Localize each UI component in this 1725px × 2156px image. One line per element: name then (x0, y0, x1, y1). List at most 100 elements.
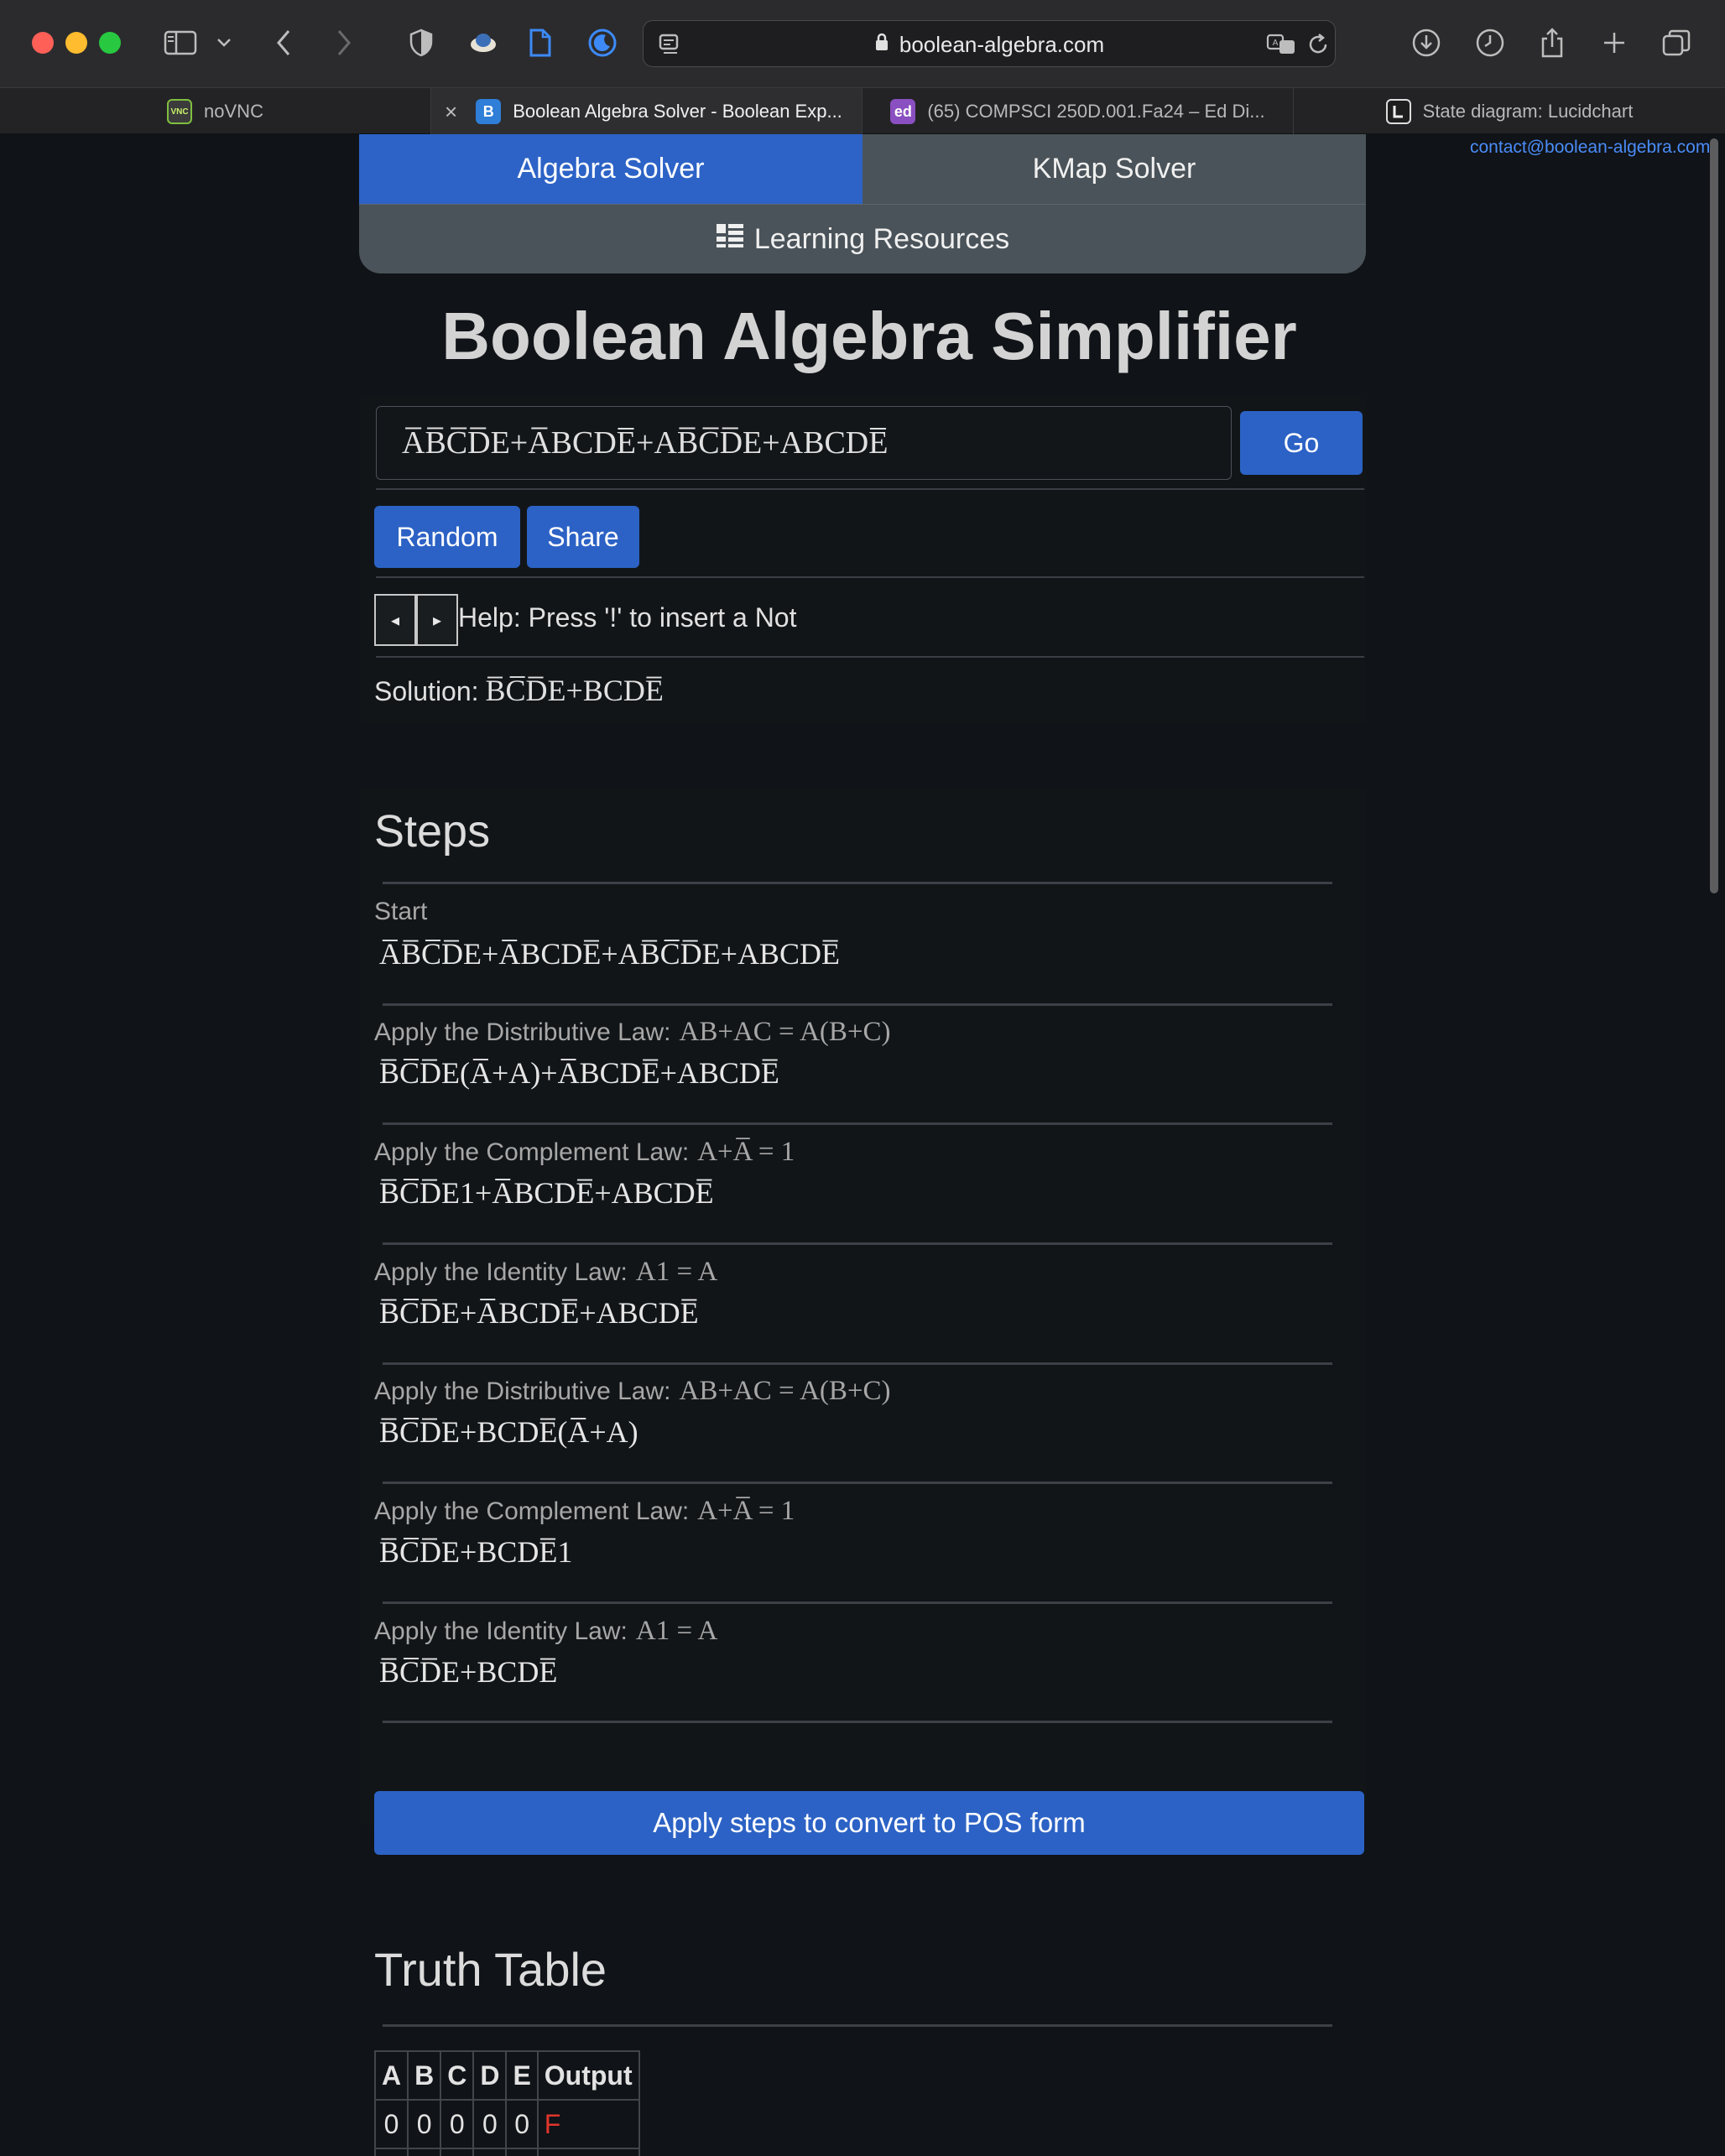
table-row: 0 0 0 0 0 F (373, 2099, 640, 2149)
share-button[interactable]: Share (527, 506, 639, 568)
convert-to-pos-button[interactable]: Apply steps to convert to POS form (374, 1791, 1364, 1855)
forward-arrow-icon[interactable] (327, 22, 361, 64)
step-expression: B̅C̅D̅E+BCDE̅1 (379, 1535, 573, 1569)
address-bar[interactable]: boolean-algebra.com A (643, 20, 1336, 67)
main-nav: Algebra Solver KMap Solver Learning Reso… (359, 134, 1366, 273)
tab-overview-icon[interactable] (1656, 22, 1696, 64)
tab-lucidchart[interactable]: State diagram: Lucidchart (1294, 88, 1725, 135)
table-cell: 0 (505, 2099, 539, 2149)
ed-favicon-icon: ed (890, 99, 916, 124)
random-button[interactable]: Random (374, 506, 520, 568)
browser-toolbar: boolean-algebra.com A (0, 0, 1725, 87)
contact-email-link[interactable]: contact@boolean-algebra.com (1470, 138, 1710, 158)
go-button[interactable]: Go (1240, 411, 1363, 475)
step-divider (383, 1122, 1332, 1125)
step-divider (383, 1003, 1332, 1006)
output-cell (536, 2148, 640, 2156)
steps-heading: Steps (374, 806, 491, 857)
tab-label: Boolean Algebra Solver - Boolean Exp... (513, 101, 842, 122)
cursor-right-button[interactable]: ▸ (416, 594, 458, 646)
table-cell (440, 2148, 475, 2156)
new-tab-plus-icon[interactable] (1594, 22, 1634, 64)
column-header: D (472, 2050, 508, 2101)
nav-algebra-solver[interactable]: Algebra Solver (359, 134, 862, 204)
column-header: B (407, 2050, 442, 2101)
document-icon[interactable] (522, 22, 559, 64)
step-law: A1 = A (635, 1616, 718, 1646)
step-expression: B̅C̅D̅E(A̅+A)+A̅BCDE̅+ABCDE̅ (379, 1056, 779, 1090)
table-cell (407, 2148, 442, 2156)
chevron-down-icon[interactable] (211, 22, 237, 64)
table-cell: 0 (407, 2099, 442, 2149)
step-law: A+A̅ = 1 (697, 1496, 795, 1526)
learning-resources-label: Learning Resources (753, 222, 1010, 255)
step-label: Apply the Identity Law: (374, 1258, 628, 1286)
sidebar-icon[interactable] (159, 22, 201, 64)
minimize-window-button[interactable] (65, 32, 87, 54)
nav-learning-resources[interactable]: Learning Resources (359, 204, 1366, 273)
table-row (373, 2148, 640, 2156)
table-cell: 0 (373, 2099, 409, 2149)
step-expression: B̅C̅D̅E+BCDE̅ (379, 1655, 558, 1689)
history-icon[interactable] (1470, 22, 1510, 64)
solution-value: B̅C̅D̅E+BCDE̅ (485, 674, 664, 707)
download-icon[interactable] (1406, 22, 1446, 64)
cursor-left-button[interactable]: ◂ (374, 594, 416, 646)
back-arrow-icon[interactable] (267, 22, 300, 64)
translate-icon[interactable]: A (1264, 21, 1298, 68)
share-icon[interactable] (1532, 22, 1572, 64)
step-expression: A̅B̅C̅D̅E+A̅BCDE̅+AB̅C̅D̅E+ABCDE̅ (379, 937, 840, 971)
close-tab-icon[interactable]: × (445, 99, 457, 125)
truth-table-heading: Truth Table (374, 1943, 607, 1996)
truth-table-header-row: A B C D E Output (373, 2050, 640, 2101)
expression-input[interactable]: A̅B̅C̅D̅E+A̅BCDE̅+AB̅C̅D̅E+ABCDE̅ (376, 406, 1232, 480)
step-item: Apply the Complement Law: A+A̅ = 1 B̅C̅D̅… (374, 1137, 1339, 1211)
tab-novnc[interactable]: VNC noVNC (0, 88, 431, 135)
step-law: AB+AC = A(B+C) (679, 1017, 891, 1047)
solution-line: Solution: B̅C̅D̅E+BCDE̅ (374, 673, 664, 708)
url-text: boolean-algebra.com (899, 31, 1105, 57)
tab-label: State diagram: Lucidchart (1422, 101, 1634, 122)
step-law: AB+AC = A(B+C) (679, 1376, 891, 1406)
step-divider (383, 1482, 1332, 1484)
table-cell: 0 (440, 2099, 475, 2149)
lock-icon (874, 32, 889, 58)
shield-icon[interactable] (403, 22, 440, 64)
step-label: Start (374, 898, 428, 925)
help-text: Help: Press '!' to insert a Not (458, 602, 797, 633)
tab-ed-discussion[interactable]: ed (65) COMPSCI 250D.001.Fa24 – Ed Di... (862, 88, 1294, 135)
step-divider (383, 1242, 1332, 1245)
step-divider (383, 1721, 1332, 1723)
step-label: Apply the Complement Law: (374, 1497, 690, 1525)
tab-boolean-algebra[interactable]: × B Boolean Algebra Solver - Boolean Exp… (431, 88, 862, 135)
dark-mode-icon[interactable] (584, 22, 621, 64)
table-cell: 0 (472, 2099, 508, 2149)
step-label: Apply the Distributive Law: (374, 1018, 671, 1046)
divider (376, 576, 1364, 578)
divider (376, 656, 1364, 658)
table-cell (472, 2148, 508, 2156)
truth-table: A B C D E Output 0 0 0 0 0 F (373, 2050, 640, 2156)
step-item: Apply the Distributive Law: AB+AC = A(B+C… (374, 1017, 1339, 1091)
zoom-window-button[interactable] (99, 32, 121, 54)
step-item: Apply the Complement Law: A+A̅ = 1 B̅C̅D̅… (374, 1496, 1339, 1570)
extension-icon[interactable] (465, 22, 502, 64)
divider (376, 488, 1364, 490)
step-law: A1 = A (635, 1257, 718, 1287)
step-law: A+A̅ = 1 (697, 1137, 795, 1167)
list-icon (716, 223, 744, 256)
page-scrollbar[interactable] (1708, 138, 1720, 2156)
step-item: Apply the Identity Law: A1 = A B̅C̅D̅E+BC… (374, 1616, 1339, 1690)
tab-label: noVNC (204, 101, 263, 122)
step-item: Apply the Distributive Law: AB+AC = A(B+C… (374, 1376, 1339, 1450)
close-window-button[interactable] (32, 32, 54, 54)
step-label: Apply the Distributive Law: (374, 1377, 671, 1405)
scrollbar-thumb[interactable] (1710, 138, 1718, 893)
column-header: A (373, 2050, 409, 2101)
reload-icon[interactable] (1301, 21, 1335, 68)
vnc-favicon-icon: VNC (167, 99, 193, 124)
table-cell (373, 2148, 409, 2156)
steps-panel: Steps Start A̅B̅C̅D̅E+A̅BCDE̅+AB̅C̅D̅E+A… (361, 789, 1366, 1855)
nav-kmap-solver[interactable]: KMap Solver (862, 134, 1366, 204)
output-cell: F (536, 2099, 640, 2149)
